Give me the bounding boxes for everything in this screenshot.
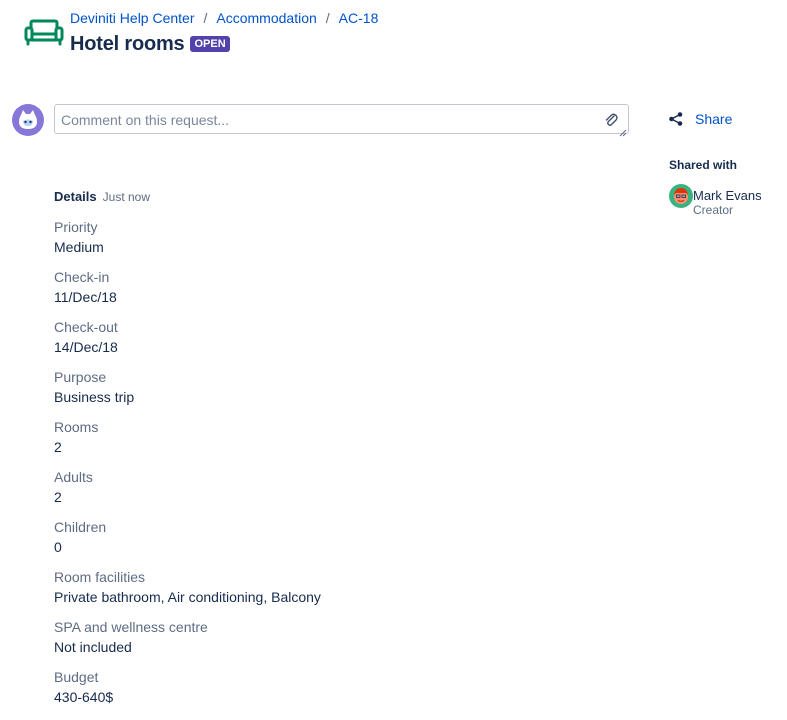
share-label: Share xyxy=(695,111,733,127)
creator-name[interactable]: Mark Evans xyxy=(693,188,762,204)
breadcrumb: Deviniti Help Center / Accommodation / AC-18 xyxy=(70,9,378,27)
field-priority: Priority Medium xyxy=(54,218,614,268)
field-value: Not included xyxy=(54,639,132,655)
creator-role: Creator xyxy=(693,203,734,217)
attachment-icon[interactable] xyxy=(604,112,618,128)
breadcrumb-help-center[interactable]: Deviniti Help Center xyxy=(70,10,195,26)
field-value: 2 xyxy=(54,489,62,505)
resize-handle[interactable] xyxy=(619,124,627,137)
details-heading: Details xyxy=(54,189,97,204)
breadcrumb-separator: / xyxy=(203,10,208,26)
share-icon xyxy=(669,112,683,126)
field-value: 2 xyxy=(54,439,62,455)
field-room-facilities: Room facilities Private bathroom, Air co… xyxy=(54,568,614,618)
status-badge: OPEN xyxy=(190,36,230,52)
field-label: SPA and wellness centre xyxy=(54,619,208,635)
page-title: Hotel rooms xyxy=(70,33,185,55)
field-label: Priority xyxy=(54,219,98,235)
field-adults: Adults 2 xyxy=(54,468,614,518)
field-label: Check-out xyxy=(54,319,118,335)
field-check-in: Check-in 11/Dec/18 xyxy=(54,268,614,318)
field-label: Budget xyxy=(54,669,99,685)
field-value: Private bathroom, Air conditioning, Balc… xyxy=(54,589,321,605)
comment-input[interactable]: Comment on this request... xyxy=(54,104,629,137)
field-label: Rooms xyxy=(54,419,99,435)
creator-avatar xyxy=(669,184,693,208)
breadcrumb-issue-key[interactable]: AC-18 xyxy=(339,10,379,26)
field-value: Business trip xyxy=(54,389,135,405)
field-children: Children 0 xyxy=(54,518,614,568)
field-label: Purpose xyxy=(54,369,107,385)
details-header: Details Just now xyxy=(54,188,150,206)
field-spa: SPA and wellness centre Not included xyxy=(54,618,614,668)
shared-with-heading: Shared with xyxy=(669,158,738,172)
field-label: Check-in xyxy=(54,269,110,285)
field-value: 430-640$ xyxy=(54,689,114,705)
share-button[interactable]: Share xyxy=(668,110,732,128)
field-value: Medium xyxy=(54,239,104,255)
details-fields: Priority Medium Check-in 11/Dec/18 Check… xyxy=(54,218,614,718)
field-value: 14/Dec/18 xyxy=(54,339,118,355)
field-label: Adults xyxy=(54,469,93,485)
breadcrumb-separator: / xyxy=(325,10,330,26)
details-timestamp: Just now xyxy=(102,190,150,204)
field-label: Room facilities xyxy=(54,569,146,585)
field-value: 11/Dec/18 xyxy=(54,289,117,305)
field-value: 0 xyxy=(54,539,62,555)
field-purpose: Purpose Business trip xyxy=(54,368,614,418)
field-label: Children xyxy=(54,519,107,535)
sofa-icon xyxy=(24,18,64,48)
current-user-avatar xyxy=(12,104,44,136)
field-check-out: Check-out 14/Dec/18 xyxy=(54,318,614,368)
breadcrumb-accommodation[interactable]: Accommodation xyxy=(216,10,316,26)
field-rooms: Rooms 2 xyxy=(54,418,614,468)
title-row: Hotel rooms OPEN xyxy=(70,32,230,56)
comment-placeholder: Comment on this request... xyxy=(61,112,230,128)
field-budget: Budget 430-640$ xyxy=(54,668,614,718)
